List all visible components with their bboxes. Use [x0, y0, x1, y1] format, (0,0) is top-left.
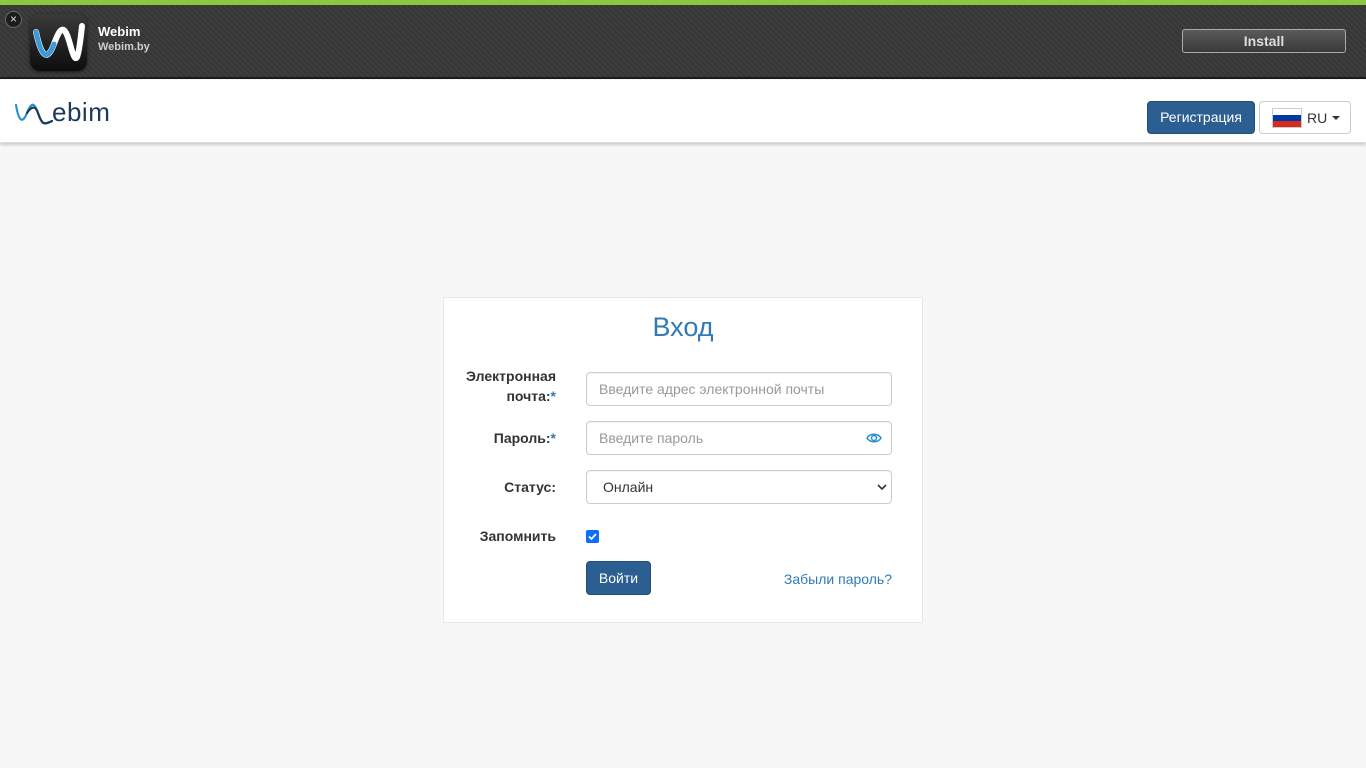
status-select[interactable]: Онлайн [586, 470, 892, 504]
password-label-text: Пароль: [493, 430, 551, 446]
caret-down-icon [1332, 115, 1341, 120]
register-button[interactable]: Регистрация [1147, 101, 1255, 134]
password-input[interactable]: Введите пароль [586, 421, 892, 455]
login-button[interactable]: Войти [586, 561, 651, 595]
required-mark: * [550, 430, 556, 446]
logo-wave-icon [14, 103, 54, 125]
checkmark-icon [588, 533, 597, 541]
banner-app-name: Webim [98, 24, 141, 39]
chevron-down-icon [877, 484, 887, 491]
eye-icon[interactable] [866, 431, 882, 445]
top-navbar: ebim Регистрация RU [0, 80, 1366, 143]
remember-label: Запомнить [479, 528, 556, 544]
email-label-line1: Электронная [466, 368, 556, 384]
language-selector[interactable]: RU [1259, 101, 1351, 134]
status-value: Онлайн [603, 479, 654, 495]
russia-flag-icon [1272, 107, 1302, 128]
login-panel: Вход Электронная почта:* Введите адрес э… [443, 297, 923, 623]
email-label: Электронная почта:* [466, 366, 556, 406]
banner-app-domain: Webim.by [98, 41, 150, 53]
webim-logo[interactable]: ebim [14, 95, 110, 125]
status-label: Статус: [504, 479, 556, 495]
app-icon [30, 14, 87, 71]
required-mark: * [550, 388, 556, 404]
password-placeholder: Введите пароль [599, 430, 704, 446]
language-code: RU [1307, 109, 1328, 126]
app-install-banner: × Webim Webim.by Install [0, 0, 1366, 79]
password-label: Пароль:* [494, 428, 556, 448]
email-label-line2: почта: [506, 388, 551, 404]
install-button[interactable]: Install [1182, 29, 1346, 53]
forgot-password-link[interactable]: Забыли пароль? [784, 571, 892, 587]
logo-text: ebim [52, 97, 111, 127]
banner-close-icon[interactable]: × [5, 11, 22, 28]
remember-checkbox[interactable] [586, 530, 599, 543]
email-input[interactable]: Введите адрес электронной почты [586, 372, 892, 406]
login-title: Вход [652, 312, 714, 342]
